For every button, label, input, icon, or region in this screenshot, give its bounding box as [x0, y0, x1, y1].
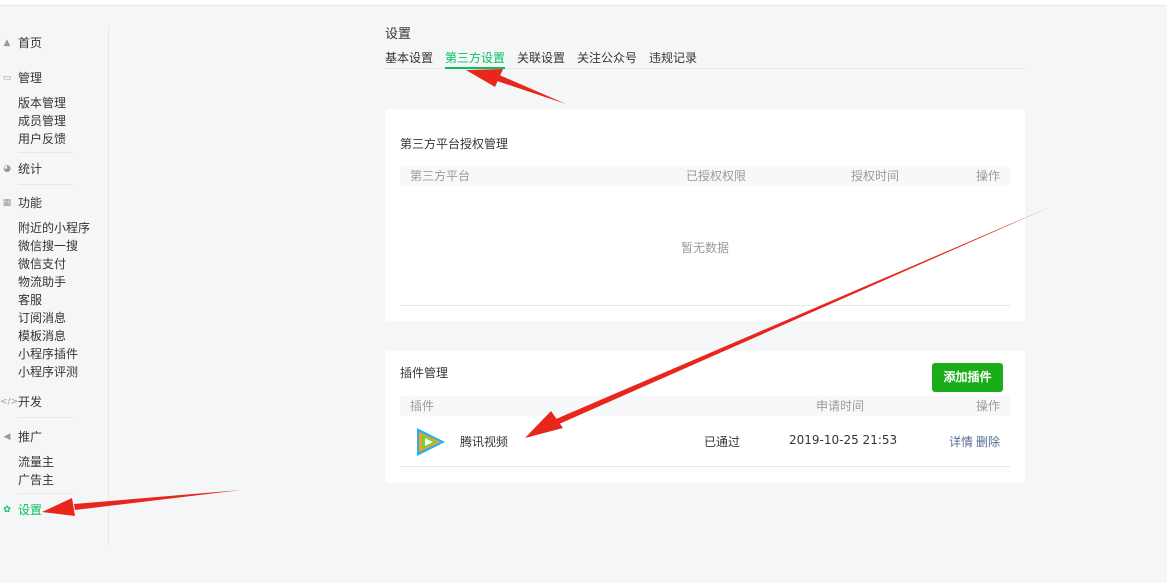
divider — [18, 152, 73, 153]
tab-violations[interactable]: 违规记录 — [649, 50, 697, 66]
megaphone-icon: ◀ — [3, 432, 11, 442]
inbox-icon: ▭ — [2, 73, 12, 83]
pie-icon: ◕ — [3, 164, 11, 174]
add-plugin-button[interactable]: 添加插件 — [932, 363, 1003, 392]
tab-linked[interactable]: 关联设置 — [517, 50, 565, 66]
sidebar-item-service[interactable]: 客服 — [18, 291, 42, 309]
col-apply-time: 申请时间 — [816, 399, 865, 413]
sidebar: ▲ 首页 ▭ 管理 版本管理 成员管理 用户反馈 ◕ 统计 ▦ 功能 附近的小程序 微信… — [0, 26, 109, 546]
plugin-delete-link[interactable]: 删除 — [976, 433, 1000, 450]
sidebar-item-review[interactable]: 小程序评测 — [18, 363, 78, 381]
tab-follow[interactable]: 关注公众号 — [577, 50, 637, 66]
auth-card-title: 第三方平台授权管理 — [400, 137, 509, 151]
sidebar-item-home[interactable]: ▲ 首页 — [0, 34, 109, 52]
sidebar-item-template[interactable]: 模板消息 — [18, 327, 66, 345]
sidebar-item-logistics[interactable]: 物流助手 — [18, 273, 66, 291]
tencent-video-icon — [417, 428, 445, 456]
sidebar-item-version[interactable]: 版本管理 — [18, 94, 66, 112]
divider — [18, 184, 73, 185]
sidebar-section-features: ▦ 功能 — [0, 194, 109, 212]
sidebar-section-promo: ◀ 推广 — [0, 428, 109, 446]
tab-third-party[interactable]: 第三方设置 — [445, 50, 506, 69]
plugin-name: 腾讯视频 — [460, 435, 509, 449]
top-bar — [0, 0, 1167, 6]
sidebar-item-advertiser[interactable]: 广告主 — [18, 471, 54, 489]
arrow-to-tab — [466, 69, 566, 104]
col-auth-time: 授权时间 — [851, 169, 900, 183]
sidebar-item-settings[interactable]: ✿ 设置 — [0, 501, 109, 519]
page-title: 设置 — [385, 27, 412, 42]
empty-text: 暂无数据 — [680, 241, 729, 255]
gear-icon: ✿ — [3, 505, 11, 515]
code-icon: </> — [0, 397, 19, 407]
divider — [400, 466, 1010, 467]
col-actions: 操作 — [976, 169, 1001, 183]
auth-table-header: 第三方平台 已授权权限 授权时间 操作 — [400, 166, 1010, 186]
home-icon: ▲ — [3, 38, 11, 48]
sidebar-item-feedback[interactable]: 用户反馈 — [18, 130, 66, 148]
col-permissions: 已授权权限 — [686, 169, 747, 183]
plugin-table-header: 插件 申请时间 操作 — [400, 396, 1010, 416]
plugin-card-title: 插件管理 — [400, 366, 449, 380]
plugin-detail-link[interactable]: 详情 — [949, 433, 973, 450]
sidebar-item-subscribe[interactable]: 订阅消息 — [18, 309, 66, 327]
plugin-apply-time: 2019-10-25 21:53 — [789, 433, 898, 447]
sidebar-item-plugins[interactable]: 小程序插件 — [18, 345, 78, 363]
sidebar-item-dev[interactable]: </> 开发 — [0, 393, 109, 411]
col-plugin: 插件 — [410, 399, 435, 413]
grid-icon: ▦ — [2, 198, 12, 208]
auth-card: 第三方平台授权管理 第三方平台 已授权权限 授权时间 操作 暂无数据 — [385, 109, 1025, 321]
sidebar-section-manage: ▭ 管理 — [0, 69, 109, 87]
sidebar-item-nearby[interactable]: 附近的小程序 — [18, 219, 90, 237]
tab-bar: 基本设置 第三方设置 关联设置 关注公众号 违规记录 — [385, 50, 1025, 69]
tab-basic[interactable]: 基本设置 — [385, 50, 433, 66]
plugin-card: 插件管理 添加插件 插件 申请时间 操作 腾讯视频 已通过 2019-10-25… — [385, 351, 1025, 483]
col-platform: 第三方平台 — [410, 169, 471, 183]
sidebar-item-pay[interactable]: 微信支付 — [18, 255, 66, 273]
plugin-status: 已通过 — [704, 435, 741, 449]
sidebar-item-search[interactable]: 微信搜一搜 — [18, 237, 78, 255]
sidebar-item-stats[interactable]: ◕ 统计 — [0, 160, 109, 178]
divider — [18, 493, 73, 494]
divider — [18, 417, 73, 418]
sidebar-item-traffic[interactable]: 流量主 — [18, 453, 54, 471]
col-actions: 操作 — [976, 399, 1001, 413]
divider — [400, 305, 1010, 306]
sidebar-item-members[interactable]: 成员管理 — [18, 112, 66, 130]
